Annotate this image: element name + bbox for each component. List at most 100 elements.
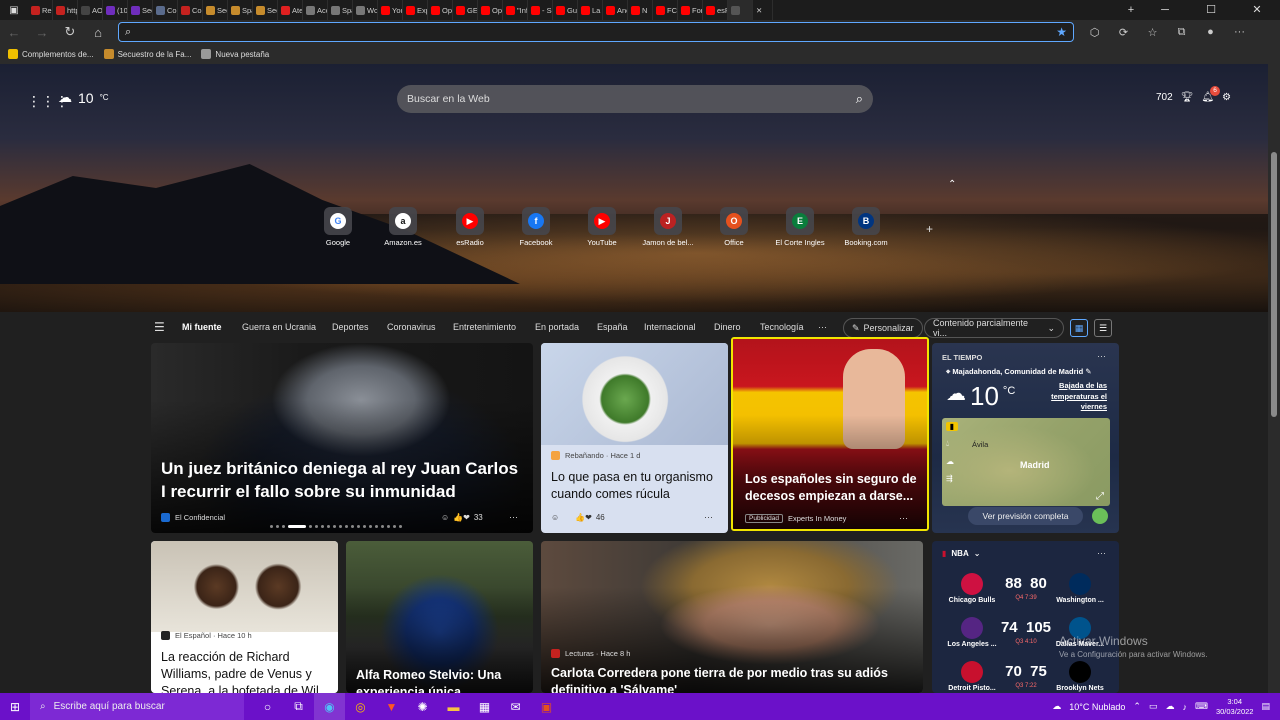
card-title[interactable]: La reacción de Richard Williams, padre d… [161,649,331,693]
maximize-button[interactable]: ☐ [1188,0,1234,20]
web-search-box[interactable]: Buscar en la Web ⌕ [397,85,873,113]
quick-link[interactable]: O Office [704,207,764,247]
more-options-button[interactable]: ··· [899,513,908,523]
file-explorer-icon[interactable]: ▬ [438,693,469,720]
notifications-icon[interactable]: 🔔︎ 6 [1201,86,1221,103]
window-menu-icon[interactable]: ▣ [0,0,28,20]
content-filter-dropdown[interactable]: Contenido parcialmente vi... ⌄ [924,318,1064,338]
reactions[interactable]: ☺ 👍❤ 33 [441,513,483,522]
scrollbar-thumb[interactable] [1271,152,1277,417]
browser-tab[interactable]: Ope [478,0,503,20]
grid-view-button[interactable]: ▦ [1070,319,1088,337]
card-williams[interactable]: El Español · Hace 10 h La reacción de Ri… [151,541,338,693]
nav-tab[interactable]: Internacional [644,322,696,332]
browser-tab[interactable]: Wor [353,0,378,20]
quick-link-tile[interactable]: G [324,207,352,235]
rewards-points[interactable]: 702 [1156,92,1173,103]
favorite-star-icon[interactable]: ★ [1056,25,1067,39]
collections-icon[interactable]: ⧉ [1167,26,1196,39]
header-weather[interactable]: ☁ 10 °C [58,89,109,106]
browser-tab[interactable]: Spai [228,0,253,20]
language-icon[interactable]: ⌨ [1195,701,1208,712]
card-title[interactable]: Alfa Romeo Stelvio: Una experiencia únic… [356,667,526,693]
card-alfa[interactable]: Alfa Romeo Stelvio: Una experiencia únic… [346,541,533,693]
bookmark-item[interactable]: Secuestro de la Fa... [103,49,191,59]
browser-tab[interactable]: YouT [378,0,403,20]
nav-tab[interactable]: Deportes [332,322,369,332]
volume-icon[interactable]: ♪ [1182,702,1187,712]
task-view-icon[interactable]: ⧉ [283,693,314,720]
brave-icon[interactable]: ▼ [376,693,407,720]
quick-link-tile[interactable]: O [720,207,748,235]
close-tab-button[interactable]: ✕ [753,0,773,20]
rewards-icon[interactable]: 🏆︎ [1181,92,1194,103]
quick-link[interactable]: G Google [308,207,368,247]
browser-tab[interactable]: Anc [603,0,628,20]
new-tab-button[interactable]: + [1120,4,1142,16]
quick-link[interactable]: ▶ YouTube [572,207,632,247]
card-title[interactable]: Carlota Corredera pone tierra de por med… [551,665,916,693]
extension-icon[interactable]: ⬡ [1080,26,1109,39]
browser-tab[interactable] [728,0,753,20]
browser-tab[interactable]: Con [153,0,178,20]
browser-tab[interactable]: Con [178,0,203,20]
quick-link-tile[interactable]: ▶ [456,207,484,235]
card-title[interactable]: Los españoles sin seguro de decesos empi… [745,471,923,505]
quick-link[interactable]: f Facebook [506,207,566,247]
nav-more-button[interactable]: ··· [818,322,827,332]
windows-start-icon[interactable]: ⊞ [0,700,30,714]
more-options-button[interactable]: ··· [509,512,518,522]
nba-game-row[interactable]: Chicago Bulls 88 80 Q4 7:39 Washington ... [942,573,1110,613]
carousel-dots[interactable] [270,525,402,528]
card-title[interactable]: Un juez británico deniega al rey Juan Ca… [161,457,526,503]
quick-link[interactable]: E El Corte Ingles [770,207,830,247]
quick-link-tile[interactable]: f [522,207,550,235]
network-icon[interactable]: ▭ [1149,701,1158,712]
browser-tab[interactable]: La Li [578,0,603,20]
office-icon[interactable]: ▣ [531,693,562,720]
expand-icon[interactable]: ⤢ [1096,491,1104,502]
browser-tab[interactable]: (10 ( [103,0,128,20]
browser-tab[interactable]: esRa [703,0,728,20]
back-button[interactable]: ← [0,25,28,40]
browser-tab[interactable]: http: [53,0,78,20]
refresh-button[interactable]: ↻ [56,24,84,40]
list-view-button[interactable]: ☰ [1094,319,1112,337]
more-options-button[interactable]: ··· [704,512,713,522]
card-title[interactable]: Lo que pasa en tu organismo cuando comes… [551,469,721,503]
taskbar-search[interactable]: ⌕ Escribe aquí para buscar [30,693,244,720]
reactions[interactable]: ☺ 👍❤ 46 [551,513,605,522]
more-menu-icon[interactable]: ··· [1225,26,1254,38]
store-icon[interactable]: ▦ [469,693,500,720]
hidden-icons-chevron[interactable]: ⌃ [1133,701,1141,712]
nav-tab[interactable]: Coronavirus [387,322,436,332]
card-carlota[interactable]: Lecturas · Hace 8 h Carlota Corredera po… [541,541,923,693]
onedrive-icon[interactable]: ☁ [1165,701,1174,712]
quick-link[interactable]: B Booking.com [836,207,896,247]
weather-card[interactable]: EL TIEMPO ··· ⌖ Majadahonda, Comunidad d… [932,343,1119,533]
chrome-icon[interactable]: ◎ [345,693,376,720]
mail-icon[interactable]: ✉ [500,693,531,720]
clock[interactable]: 3:04 30/03/2022 [1216,697,1254,717]
bookmark-item[interactable]: Complementos de... [8,49,94,59]
app-icon[interactable]: ✺ [407,693,438,720]
browser-tab[interactable]: Secu [203,0,228,20]
quick-link-tile[interactable]: E [786,207,814,235]
nba-game-row[interactable]: Detroit Pisto... 70 75 Q3 7:22 Brooklyn Net… [942,661,1110,693]
more-options-button[interactable]: ··· [1097,351,1106,361]
quick-link-tile[interactable]: a [389,207,417,235]
nav-tab[interactable]: Entretenimiento [453,322,516,332]
location[interactable]: ⌖ Majadahonda, Comunidad de Madrid ✎ [946,367,1092,377]
home-button[interactable]: ⌂ [84,25,112,40]
nav-tab[interactable]: Dinero [714,322,741,332]
nav-tab[interactable]: Tecnología [760,322,804,332]
settings-gear-icon[interactable]: ⚙ [1222,92,1231,103]
nav-tab[interactable]: España [597,322,628,332]
refresh-extension-icon[interactable]: ⟳ [1109,26,1138,39]
weather-alert-link[interactable]: Bajada de las temperaturas el viernes [1037,381,1107,413]
forward-button[interactable]: → [28,25,56,40]
page-scrollbar[interactable] [1268,64,1280,693]
quick-link[interactable]: a Amazon.es [373,207,433,247]
browser-tab[interactable]: Acce [303,0,328,20]
wind-icon[interactable]: ⇶ [946,474,958,483]
